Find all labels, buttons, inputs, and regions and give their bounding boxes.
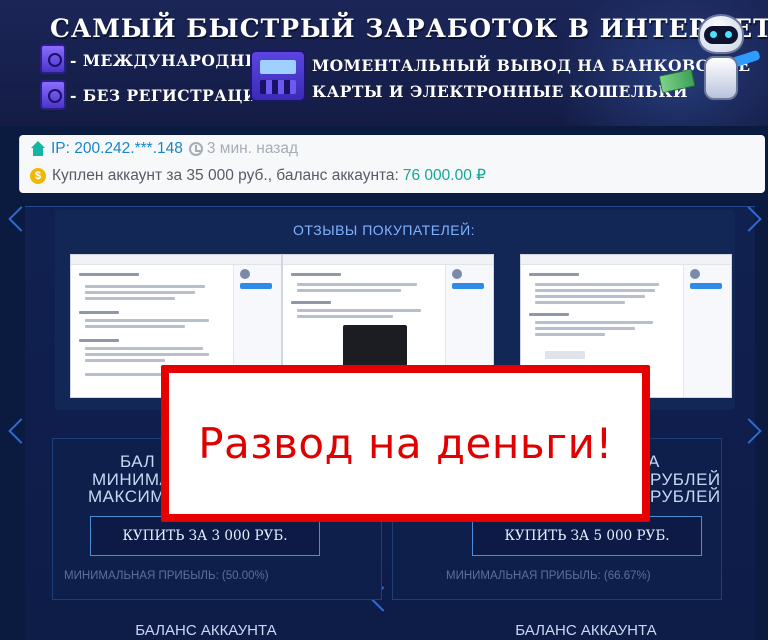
lock-document-icon	[40, 80, 66, 110]
scam-warning-overlay: Развод на деньги!	[161, 365, 650, 522]
plan-2-title: А	[648, 452, 660, 471]
plan-1-profit: МИНИМАЛЬНАЯ ПРИБЫЛЬ: (50.00%)	[64, 570, 269, 582]
banner-withdraw-line2: КАРТЫ И ЭЛЕКТРОННЫЕ КОШЕЛЬКИ	[312, 82, 689, 101]
plan-2-max: РУБЛЕЙ	[650, 487, 721, 506]
payment-terminal-icon	[250, 50, 306, 102]
passport-icon	[40, 44, 66, 74]
time-ago: 3 мин. назад	[206, 140, 299, 157]
balance-value: 76 000.00 ₽	[402, 167, 486, 184]
promo-banner: САМЫЙ БЫСТРЫЙ ЗАРАБОТОК В ИНТЕРНЕТЕ - МЕ…	[0, 0, 768, 126]
robot-mascot	[690, 14, 761, 114]
plan-2-profit: МИНИМАЛЬНАЯ ПРИБЫЛЬ: (66.67%)	[446, 570, 651, 582]
bottom-balance-label-1: БАЛАНС АККАУНТА	[135, 622, 277, 639]
scam-warning-text: Развод на деньги!	[198, 419, 613, 468]
plan-1-max: МАКСИМА	[88, 487, 177, 506]
ip-address: IP: 200.242.***.148	[51, 140, 183, 157]
banner-feature-no-registration: - БЕЗ РЕГИСТРАЦИИ	[70, 86, 274, 105]
buy-3000-button[interactable]: КУПИТЬ ЗА 3 000 РУБ.	[90, 516, 320, 556]
coin-icon: $	[30, 167, 46, 184]
reviews-title: ОТЗЫВЫ ПОКУПАТЕЛЕЙ:	[292, 222, 476, 238]
banner-feature-international: - МЕЖДУНАРОДНЫЙ	[70, 51, 280, 70]
buy-5000-button[interactable]: КУПИТЬ ЗА 5 000 РУБ.	[472, 516, 702, 556]
purchase-text: Куплен аккаунт за 35 000 руб., баланс ак…	[52, 166, 399, 184]
clock-icon	[188, 142, 203, 156]
banner-title: САМЫЙ БЫСТРЫЙ ЗАРАБОТОК В ИНТЕРНЕТЕ	[50, 14, 768, 43]
home-icon	[30, 141, 46, 157]
bottom-balance-label-2: БАЛАНС АККАУНТА	[515, 622, 657, 639]
purchase-notification: IP: 200.242.***.148 3 мин. назад $ Купле…	[19, 135, 765, 193]
